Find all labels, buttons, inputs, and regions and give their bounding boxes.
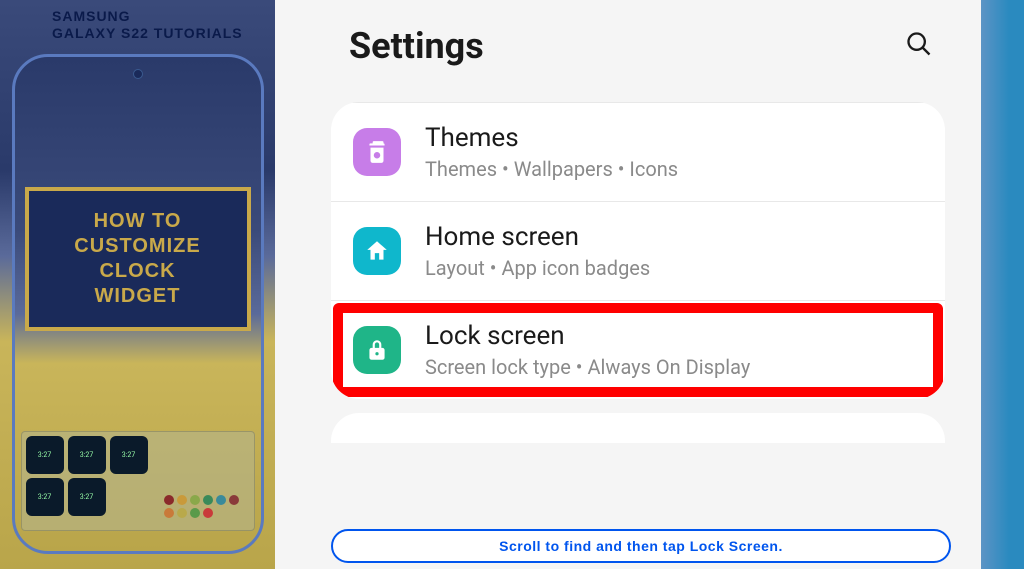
brand-line-1: SAMSUNG bbox=[52, 8, 275, 25]
clock-widget-preview: 3:27 bbox=[26, 478, 64, 516]
tutorial-title-box: HOW TO CUSTOMIZE CLOCK WIDGET bbox=[25, 187, 251, 331]
color-palette bbox=[164, 495, 244, 518]
clock-widget-preview: 3:27 bbox=[68, 478, 106, 516]
color-dot bbox=[164, 508, 174, 518]
tutorial-brand: SAMSUNG GALAXY S22 TUTORIALS bbox=[0, 0, 275, 42]
color-dot bbox=[190, 508, 200, 518]
color-dot bbox=[216, 495, 226, 505]
page-title: Settings bbox=[349, 25, 484, 67]
settings-item-subtitle: Screen lock type • Always On Display bbox=[425, 355, 923, 379]
settings-item-partial[interactable] bbox=[331, 413, 945, 443]
settings-item-text: Themes Themes • Wallpapers • Icons bbox=[425, 123, 923, 181]
settings-item-themes[interactable]: Themes Themes • Wallpapers • Icons bbox=[331, 102, 945, 202]
widget-preview-tray: 3:27 3:27 3:27 3:27 3:27 bbox=[21, 431, 255, 531]
color-dot bbox=[229, 495, 239, 505]
instruction-caption: Scroll to find and then tap Lock Screen. bbox=[331, 529, 951, 563]
home-icon bbox=[353, 227, 401, 275]
color-dot bbox=[177, 508, 187, 518]
phone-frame: HOW TO CUSTOMIZE CLOCK WIDGET 3:27 3:27 … bbox=[12, 54, 264, 554]
clock-widget-preview: 3:27 bbox=[26, 436, 64, 474]
color-dot bbox=[203, 495, 213, 505]
color-dot bbox=[190, 495, 200, 505]
color-dot bbox=[203, 508, 213, 518]
tutorial-sidebar: SAMSUNG GALAXY S22 TUTORIALS HOW TO CUST… bbox=[0, 0, 275, 569]
settings-card: Themes Themes • Wallpapers • Icons Home … bbox=[331, 102, 945, 399]
lock-icon bbox=[353, 326, 401, 374]
brand-line-2: GALAXY S22 TUTORIALS bbox=[52, 25, 275, 42]
color-dot bbox=[164, 495, 174, 505]
themes-icon bbox=[353, 128, 401, 176]
instruction-text: Scroll to find and then tap Lock Screen. bbox=[499, 538, 783, 554]
tutorial-title-line: WIDGET bbox=[37, 284, 239, 309]
settings-item-subtitle: Layout • App icon badges bbox=[425, 256, 923, 280]
clock-widget-preview: 3:27 bbox=[110, 436, 148, 474]
search-icon bbox=[905, 30, 933, 58]
settings-item-text: Home screen Layout • App icon badges bbox=[425, 222, 923, 280]
phone-camera-dot bbox=[133, 69, 143, 79]
tutorial-title-line: HOW TO bbox=[37, 209, 239, 234]
settings-header: Settings bbox=[275, 0, 981, 82]
settings-item-subtitle: Themes • Wallpapers • Icons bbox=[425, 157, 923, 181]
search-button[interactable] bbox=[897, 22, 941, 70]
tutorial-title-line: CUSTOMIZE bbox=[37, 234, 239, 259]
settings-item-lock-screen[interactable]: Lock screen Screen lock type • Always On… bbox=[331, 301, 945, 399]
color-dot bbox=[177, 495, 187, 505]
settings-screen: Settings Themes Themes • Wallpapers • bbox=[275, 0, 981, 569]
settings-item-title: Themes bbox=[425, 123, 923, 153]
settings-item-title: Home screen bbox=[425, 222, 923, 252]
settings-item-text: Lock screen Screen lock type • Always On… bbox=[425, 321, 923, 379]
clock-widget-preview: 3:27 bbox=[68, 436, 106, 474]
tutorial-title-line: CLOCK bbox=[37, 259, 239, 284]
settings-item-home-screen[interactable]: Home screen Layout • App icon badges bbox=[331, 202, 945, 301]
settings-item-title: Lock screen bbox=[425, 321, 923, 351]
